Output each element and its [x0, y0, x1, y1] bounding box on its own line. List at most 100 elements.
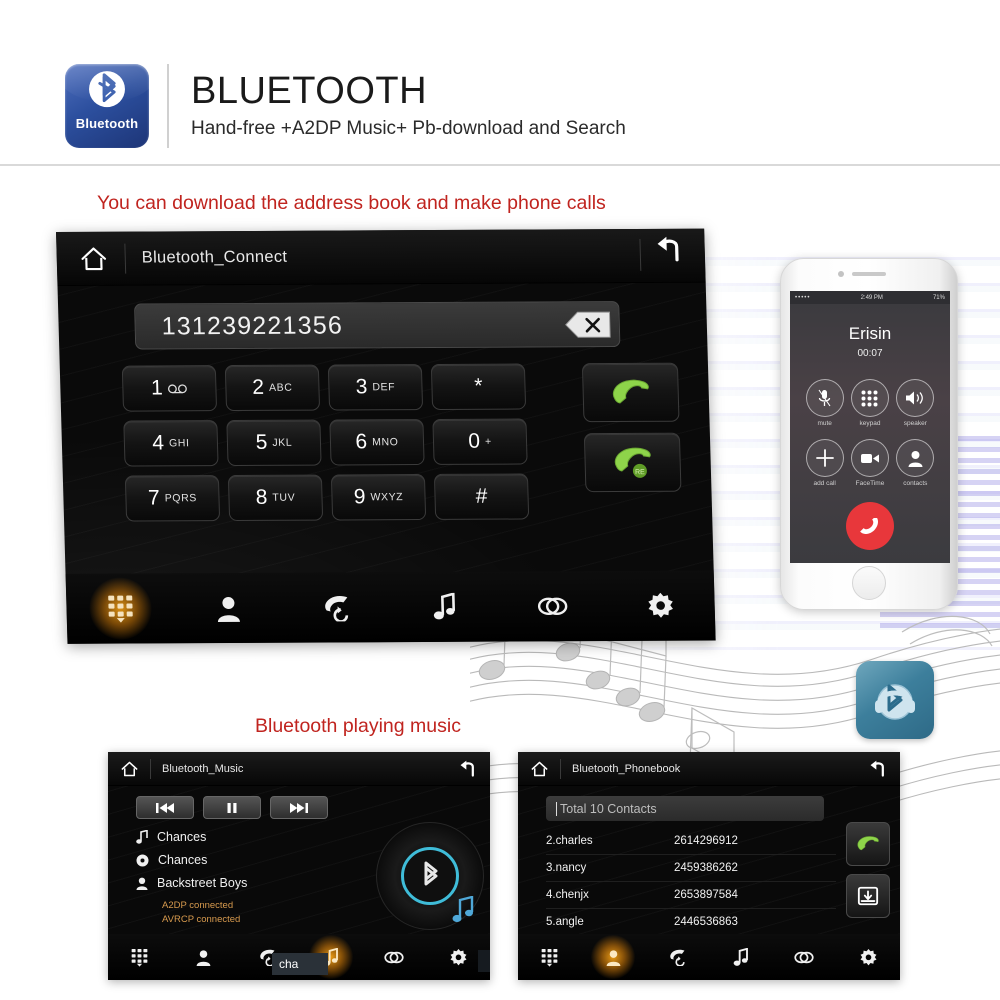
table-row[interactable]: 2.charles 2614296912 — [546, 828, 836, 855]
key-star[interactable]: * — [430, 363, 527, 410]
key-2[interactable]: 2 ABC — [224, 364, 321, 412]
end-call-button[interactable] — [846, 502, 894, 550]
back-arrow-icon[interactable] — [866, 758, 888, 780]
nav-settings[interactable] — [440, 940, 476, 974]
key-digit: 6 — [355, 430, 368, 454]
nav-contacts[interactable] — [200, 582, 257, 634]
key-6[interactable]: 6 MNO — [329, 419, 425, 466]
music-metadata: Chances Chances Backstreet Boys A2DP con… — [136, 830, 247, 927]
key-digit: 0 — [467, 429, 481, 453]
a2dp-status: A2DP connected — [162, 900, 234, 911]
page-root: Bluetooth BLUETOOTH Hand-free +A2DP Musi… — [0, 0, 1000, 1000]
phone-contacts-button[interactable]: contacts — [893, 439, 938, 487]
contact-person-icon — [896, 439, 935, 477]
call-button[interactable] — [581, 362, 680, 423]
phone-facetime-button[interactable]: FaceTime — [847, 439, 892, 487]
key-digit: * — [474, 374, 483, 398]
green-handset-icon — [612, 379, 649, 404]
key-9[interactable]: 9 WXYZ — [330, 474, 427, 521]
table-row[interactable]: 5.angle 2446536863 — [546, 909, 836, 936]
call-history-icon — [669, 949, 685, 966]
phone-mute-button[interactable]: mute — [802, 379, 847, 427]
home-icon[interactable] — [78, 244, 109, 272]
nav-contacts[interactable] — [595, 940, 631, 974]
caption-music: Bluetooth playing music — [255, 715, 461, 737]
call-contact-button[interactable] — [846, 822, 890, 866]
nav-link[interactable] — [524, 580, 581, 632]
key-7[interactable]: 7 PQRS — [124, 475, 221, 522]
phone-speaker-button[interactable]: speaker — [893, 379, 938, 427]
voicemail-icon — [168, 383, 188, 393]
backspace-icon[interactable] — [564, 311, 611, 338]
music-note-icon — [733, 947, 748, 966]
contacts-search-field[interactable]: Total 10 Contacts — [546, 796, 824, 821]
key-letters: PQRS — [164, 492, 198, 505]
home-icon[interactable] — [530, 760, 549, 778]
ios-status-bar: ••••• 2:49 PM 71% — [790, 291, 950, 304]
gear-icon — [648, 592, 673, 618]
page-subtitle: Hand-free +A2DP Music+ Pb-download and S… — [191, 117, 626, 139]
nav-settings[interactable] — [850, 940, 886, 974]
nav-settings[interactable] — [632, 580, 689, 632]
key-1[interactable]: 1 — [121, 365, 218, 412]
home-button[interactable] — [852, 566, 886, 600]
nav-music[interactable] — [723, 940, 759, 974]
key-3[interactable]: 3 DEF — [327, 364, 424, 411]
key-digit: 7 — [147, 486, 161, 510]
key-hash[interactable]: # — [433, 473, 530, 520]
pause-icon — [227, 802, 237, 813]
link-chain-icon — [794, 951, 815, 963]
nav-keypad[interactable] — [92, 582, 149, 634]
key-4[interactable]: 4 GHI — [123, 420, 219, 467]
phone-add-call-button[interactable]: add call — [802, 439, 847, 487]
music-note-decor-blue — [452, 896, 474, 923]
nav-music[interactable] — [416, 581, 473, 633]
nav-link[interactable] — [376, 940, 412, 974]
table-row[interactable]: 3.nancy 2459386262 — [546, 855, 836, 882]
nav-keypad[interactable] — [532, 940, 568, 974]
key-5[interactable]: 5 JKL — [226, 419, 322, 467]
nav-keypad[interactable] — [122, 940, 158, 974]
key-8[interactable]: 8 TUV — [227, 474, 324, 522]
key-letters: WXYZ — [370, 491, 404, 504]
button-label: mute — [817, 420, 832, 427]
pause-button[interactable] — [203, 796, 261, 819]
back-arrow-icon[interactable] — [650, 233, 685, 267]
table-row[interactable]: 4.chenjx 2653897584 — [546, 882, 836, 909]
back-arrow-icon[interactable] — [456, 758, 478, 780]
nav-call-log[interactable] — [308, 581, 365, 633]
download-inbox-icon — [857, 886, 879, 906]
bluetooth-music-screen: Bluetooth_Music Chances Chances Backstre… — [108, 752, 490, 980]
end-call-icon — [860, 518, 879, 534]
call-buttons-column: RE — [581, 362, 682, 493]
redial-button[interactable]: RE — [583, 432, 682, 493]
nav-contacts[interactable] — [185, 940, 221, 974]
download-phonebook-button[interactable] — [846, 874, 890, 918]
key-letters: ABC — [268, 381, 293, 394]
phonebook-screen-title: Bluetooth_Phonebook — [572, 762, 681, 775]
key-digit: 5 — [255, 430, 268, 454]
music-transport-controls — [136, 796, 328, 819]
button-label: keypad — [859, 420, 881, 427]
keypad-icon — [131, 948, 148, 967]
main-titlebar: Bluetooth_Connect — [56, 228, 706, 286]
contact-name: 5.angle — [546, 916, 584, 928]
phonebook-bottom-nav — [518, 934, 900, 980]
button-label: speaker — [903, 420, 927, 427]
home-icon[interactable] — [120, 760, 139, 778]
phone-number-field[interactable]: 131239221356 — [134, 301, 621, 350]
key-letters: + — [484, 435, 492, 448]
nav-call-log[interactable] — [659, 940, 695, 974]
track-title-row: Chances — [136, 830, 247, 844]
earpiece-speaker — [852, 272, 886, 276]
phone-keypad-button[interactable]: keypad — [847, 379, 892, 427]
previous-track-button[interactable] — [136, 796, 194, 819]
status-time: 2:49 PM — [860, 294, 883, 301]
key-0[interactable]: 0 + — [432, 418, 528, 465]
next-track-button[interactable] — [270, 796, 328, 819]
nav-link[interactable] — [786, 940, 822, 974]
contact-name: 3.nancy — [546, 862, 587, 874]
keypad-icon — [850, 379, 889, 417]
search-tooltip: cha — [272, 953, 328, 975]
contact-number: 2614296912 — [674, 835, 738, 847]
